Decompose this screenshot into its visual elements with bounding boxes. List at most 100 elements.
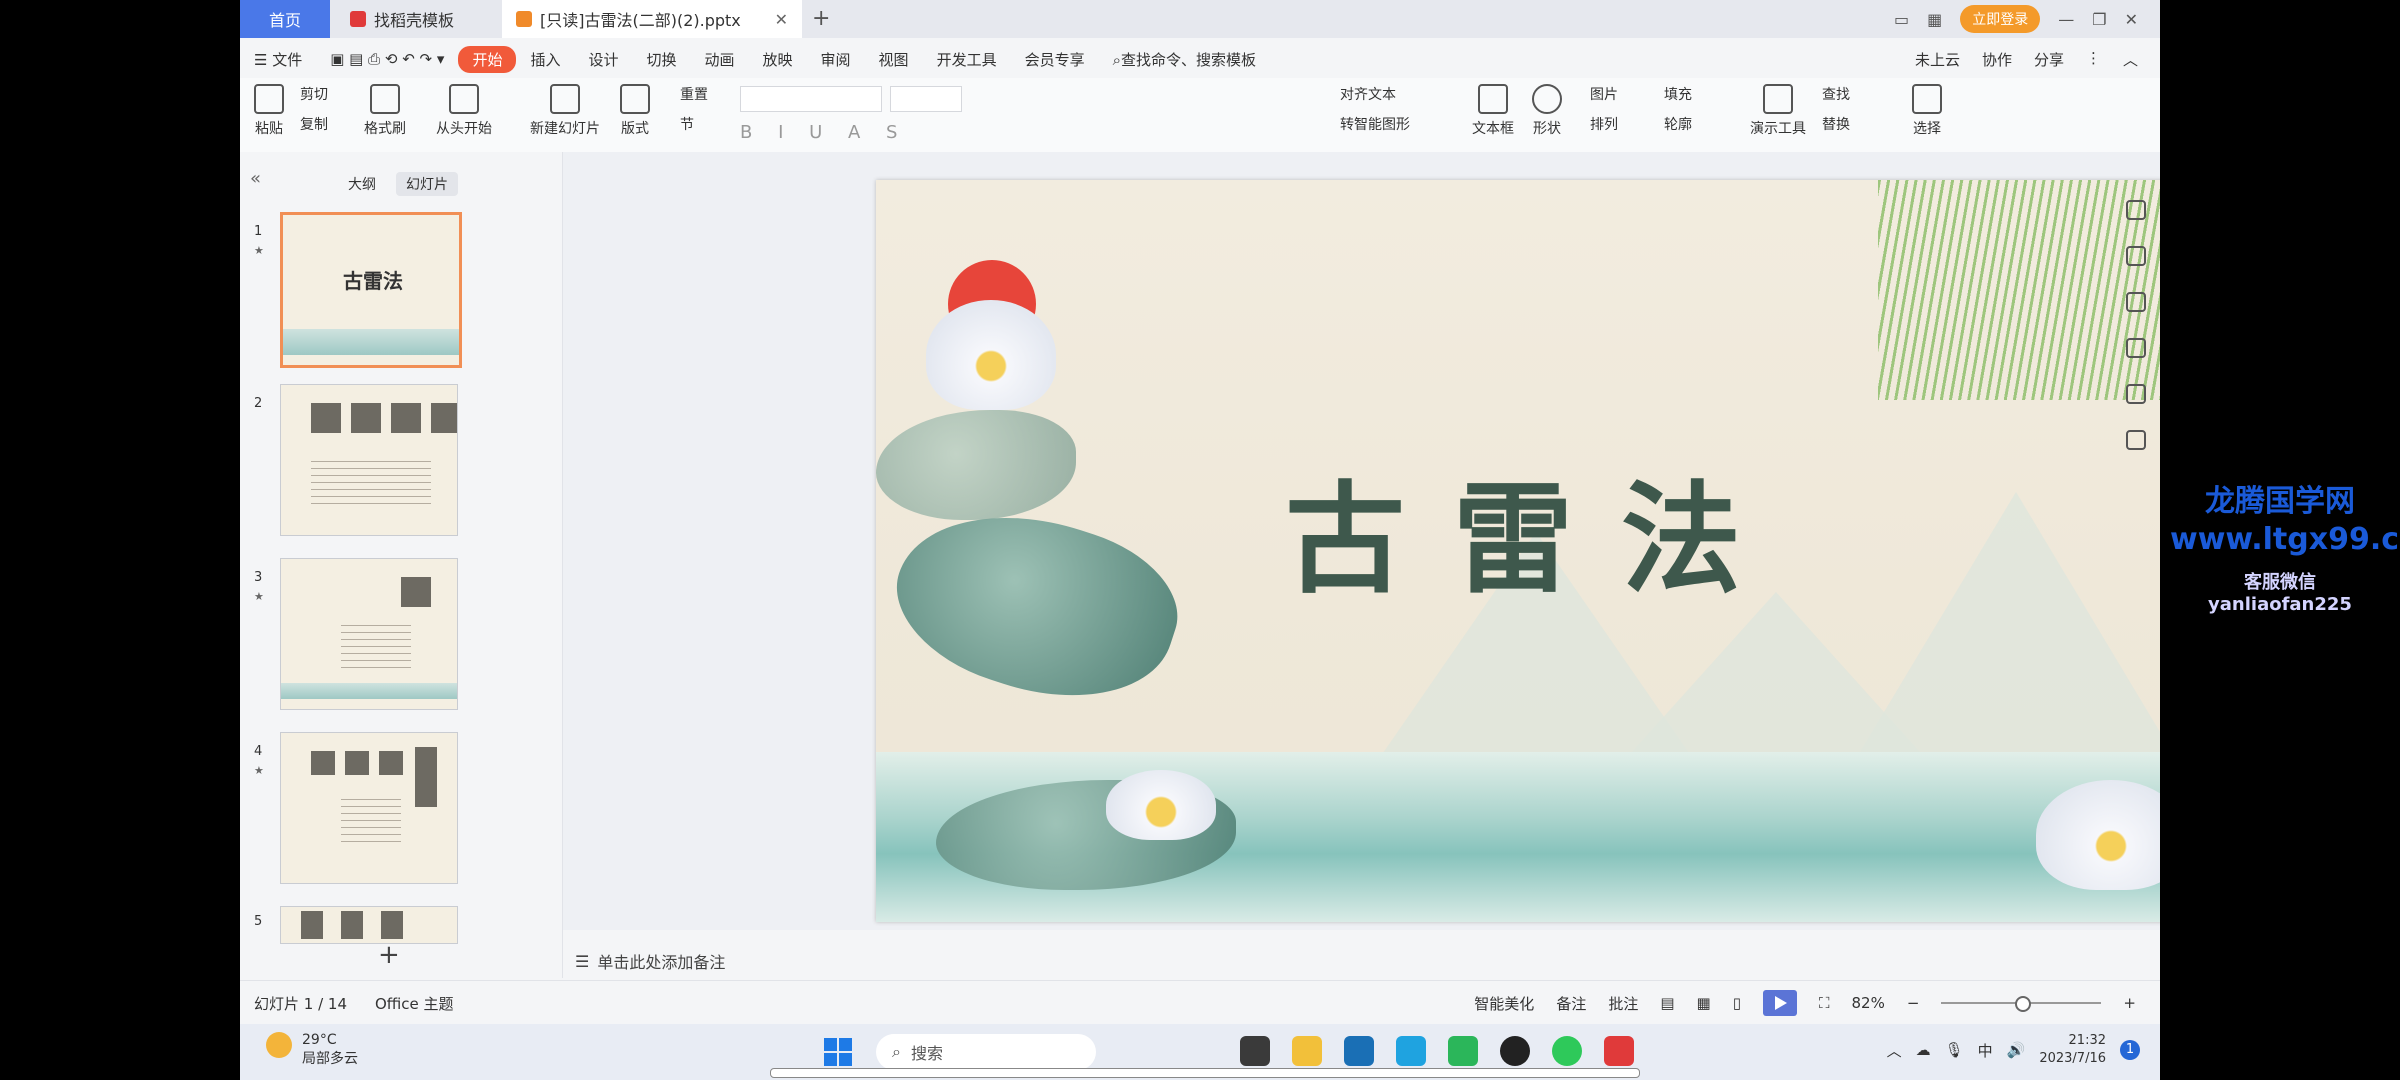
login-button[interactable]: 立即登录 [1960, 5, 2041, 33]
restore-icon[interactable]: ❐ [2092, 10, 2106, 29]
arrange-button[interactable]: 排列 [1590, 114, 1618, 134]
menu-slideshow[interactable]: 放映 [749, 49, 807, 70]
wechat-icon[interactable] [1552, 1036, 1582, 1066]
format-painter-button[interactable]: 格式刷 [364, 84, 406, 138]
menu-insert[interactable]: 插入 [516, 49, 574, 70]
file-menu[interactable]: 文件 [272, 51, 302, 69]
tab-home[interactable]: 首页 [240, 0, 330, 38]
quick-access-icons[interactable]: ▣ ▤ ⎙ ⟲ ↶ ↷ ▾ [316, 50, 458, 68]
menu-member[interactable]: 会员专享 [1011, 49, 1099, 70]
fill-button[interactable]: 填充 [1664, 84, 1692, 104]
slide-thumbnail[interactable] [280, 732, 458, 884]
new-slide-button[interactable]: 新建幻灯片 [530, 84, 600, 138]
play-slideshow-button[interactable] [1762, 990, 1797, 1016]
clock[interactable]: 21:32 2023/7/16 [2039, 1032, 2106, 1068]
hamburger-icon[interactable]: ☰ 文件 [240, 49, 316, 70]
more-icon[interactable]: ⋮ [2086, 49, 2101, 70]
properties-icon[interactable] [2126, 200, 2146, 220]
paste-button[interactable]: 粘贴 [254, 84, 284, 138]
weather-widget[interactable]: 29°C 局部多云 [266, 1032, 358, 1068]
cut-button[interactable]: 剪切 [300, 84, 328, 104]
menu-design[interactable]: 设计 [574, 49, 632, 70]
menu-start[interactable]: 开始 [458, 45, 517, 73]
collab-button[interactable]: 协作 [1982, 49, 2012, 70]
normal-view-icon[interactable]: ▤ [1660, 994, 1674, 1012]
font-family-select[interactable] [740, 86, 882, 112]
apps-grid-icon[interactable]: ▦ [1927, 10, 1942, 29]
demo-tools-button[interactable]: 演示工具 [1750, 84, 1806, 138]
zoom-out-icon[interactable]: − [1907, 994, 1920, 1012]
tab-slides[interactable]: 幻灯片 [396, 172, 458, 196]
picture-button[interactable]: 图片 [1590, 84, 1618, 104]
layout-button[interactable]: 版式 [620, 84, 650, 138]
edge-icon[interactable] [1396, 1036, 1426, 1066]
menu-animation[interactable]: 动画 [691, 49, 749, 70]
from-start-button[interactable]: 从头开始 [436, 84, 492, 138]
sorter-view-icon[interactable]: ▦ [1697, 994, 1711, 1012]
zoom-slider-knob[interactable] [2015, 996, 2032, 1012]
store-icon[interactable] [1344, 1036, 1374, 1066]
tab-outline[interactable]: 大纲 [338, 172, 386, 196]
book-icon[interactable] [2126, 430, 2146, 450]
app-dark-icon[interactable] [1500, 1036, 1530, 1066]
new-tab-icon[interactable]: + [812, 6, 830, 31]
layout-icon[interactable]: ▭ [1894, 10, 1909, 29]
slide-canvas[interactable]: 古雷法 [876, 180, 2160, 922]
reading-view-icon[interactable]: ▯ [1733, 994, 1741, 1012]
notes-pane[interactable]: ☰ 单击此处添加备注 [563, 944, 2160, 978]
menu-transition[interactable]: 切换 [632, 49, 690, 70]
tab-template[interactable]: 找稻壳模板 [336, 0, 496, 38]
collapse-panel-icon[interactable]: « [250, 168, 261, 189]
gesture-bar[interactable] [770, 1068, 1640, 1078]
image-icon[interactable] [2126, 338, 2146, 358]
minimize-icon[interactable]: — [2058, 10, 2074, 29]
copy-button[interactable]: 复制 [300, 114, 328, 134]
find-button[interactable]: 查找 [1822, 84, 1850, 104]
align-text-button[interactable]: 对齐文本 [1340, 84, 1410, 104]
mic-icon[interactable]: 🎙 [1945, 1041, 1964, 1059]
pin-icon[interactable] [2126, 246, 2146, 266]
collapse-ribbon-icon[interactable]: ︿ [2123, 49, 2138, 70]
tray-chevron-icon[interactable]: ︿ [1887, 1040, 1902, 1061]
app-green-icon[interactable] [1448, 1036, 1478, 1066]
cloud-tray-icon[interactable]: ☁ [1916, 1041, 1931, 1059]
slide-thumbnail[interactable] [280, 384, 458, 536]
slide-thumbnail[interactable] [280, 906, 458, 944]
notes-button[interactable]: 备注 [1556, 993, 1586, 1014]
beautify-button[interactable]: 智能美化 [1474, 993, 1534, 1014]
textbox-button[interactable]: 文本框 [1472, 84, 1514, 138]
slide-thumbnail[interactable] [280, 558, 458, 710]
zoom-level[interactable]: 82% [1852, 994, 1885, 1012]
close-tab-icon[interactable]: ✕ [775, 10, 788, 29]
menu-review[interactable]: 审阅 [807, 49, 865, 70]
menu-developer[interactable]: 开发工具 [923, 49, 1011, 70]
smart-shape-button[interactable]: 转智能图形 [1340, 114, 1410, 134]
task-view-icon[interactable] [1240, 1036, 1270, 1066]
zoom-in-icon[interactable]: + [2123, 994, 2136, 1012]
add-slide-icon[interactable]: + [378, 940, 400, 970]
font-size-select[interactable] [890, 86, 962, 112]
slide-thumbnail[interactable]: 古雷法 [280, 212, 462, 368]
outline-button[interactable]: 轮廓 [1664, 114, 1692, 134]
taskbar-search[interactable]: ⌕ 搜索 [876, 1034, 1096, 1070]
volume-icon[interactable]: 🔊 [2007, 1041, 2026, 1059]
zoom-slider[interactable] [1941, 996, 2102, 1012]
slide-title[interactable]: 古雷法 [876, 442, 2160, 616]
fit-zoom-icon[interactable]: ⛶ [1819, 994, 1830, 1012]
cloud-button[interactable]: 未上云 [1915, 49, 1960, 70]
ime-indicator[interactable]: 中 [1978, 1040, 1993, 1061]
close-window-icon[interactable]: ✕ [2125, 10, 2138, 29]
menu-view[interactable]: 视图 [865, 49, 923, 70]
file-explorer-icon[interactable] [1292, 1036, 1322, 1066]
transform-icon[interactable] [2126, 292, 2146, 312]
start-button[interactable] [824, 1038, 852, 1066]
reset-button[interactable]: 重置 [680, 84, 708, 104]
section-button[interactable]: 节 [680, 114, 708, 134]
replace-button[interactable]: 替换 [1822, 114, 1850, 134]
comments-button[interactable]: 批注 [1608, 993, 1638, 1014]
select-button[interactable]: 选择 [1912, 84, 1942, 138]
shape-button[interactable]: 形状 [1532, 84, 1562, 138]
text-format-buttons[interactable]: B I U A S [740, 122, 907, 143]
share-button[interactable]: 分享 [2034, 49, 2064, 70]
wps-icon[interactable] [1604, 1036, 1634, 1066]
